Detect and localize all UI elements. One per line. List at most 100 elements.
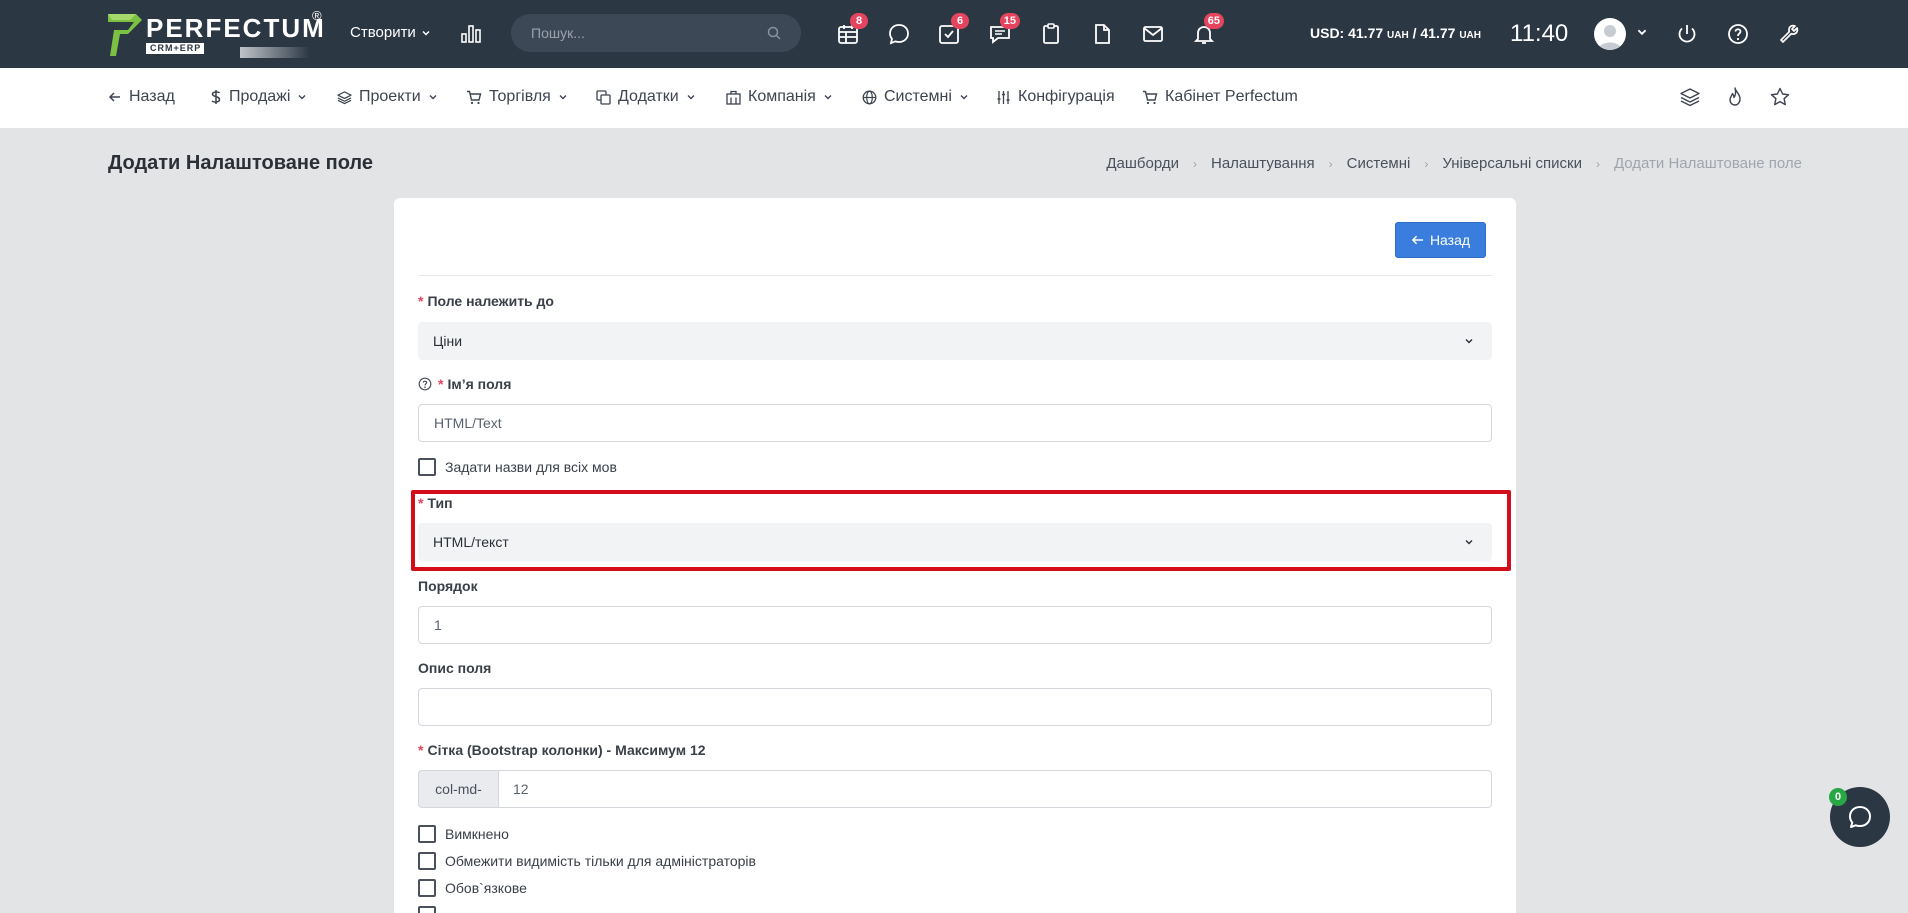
more-checkbox[interactable]	[418, 906, 436, 913]
tasks-badge: 6	[951, 13, 969, 29]
back-button[interactable]: Назад	[1395, 222, 1486, 258]
layers-icon[interactable]	[1679, 86, 1701, 108]
logo-sub: CRM+ERP	[146, 43, 204, 54]
nav-trade[interactable]: Торгівля	[466, 88, 568, 106]
breadcrumb-item[interactable]: Системні	[1347, 155, 1411, 172]
wrench-icon[interactable]	[1777, 22, 1801, 46]
name-label-text: Ім’я поля	[447, 376, 512, 392]
order-label-text: Порядок	[418, 578, 478, 594]
building-icon	[726, 90, 741, 105]
back-button-label: Назад	[1429, 232, 1471, 248]
nav-addons-label: Додатки	[618, 88, 679, 105]
chevron-right-icon: ›	[1192, 156, 1197, 171]
create-label: Створити	[350, 24, 416, 41]
tasks-button[interactable]: 6	[937, 13, 969, 46]
nav-back-label: Назад	[129, 88, 175, 105]
breadcrumb-current: Додати Налаштоване поле	[1613, 155, 1802, 172]
nav-config-label: Конфігурація	[1018, 88, 1115, 105]
nav-system[interactable]: Системні	[862, 88, 969, 106]
mail-button[interactable]	[1141, 22, 1165, 46]
top-bar: PERFECTUM CRM+ERP ® Створити 8 6 15	[0, 0, 1908, 68]
clipboard-icon	[1043, 23, 1059, 44]
help-icon[interactable]	[418, 377, 432, 391]
star-icon[interactable]	[1769, 86, 1791, 108]
grid-label-text: Сітка (Bootstrap колонки) - Максимум 12	[427, 742, 706, 758]
type-field-highlight	[411, 490, 1511, 571]
admin-only-label: Обмежити видимість тільки для адміністра…	[445, 853, 756, 869]
breadcrumb-item[interactable]: Універсальні списки	[1442, 155, 1582, 172]
page-title: Додати Налаштоване поле	[108, 152, 373, 174]
calendar-button[interactable]: 8	[836, 13, 868, 46]
admin-only-checkbox[interactable]	[418, 852, 436, 870]
notifications-button[interactable]: 65	[1192, 13, 1224, 46]
more-checkbox-row[interactable]	[418, 906, 436, 913]
name-label: * Ім’я поля	[418, 376, 511, 392]
required-marker: *	[418, 293, 424, 309]
chats-badge: 15	[999, 13, 1020, 29]
avatar[interactable]	[1594, 18, 1626, 50]
admin-only-checkbox-row[interactable]: Обмежити видимість тільки для адміністра…	[418, 852, 756, 870]
chevron-right-icon: ›	[1595, 156, 1600, 171]
belongs-label-text: Поле належить до	[427, 293, 554, 309]
disabled-checkbox-row[interactable]: Вимкнено	[418, 825, 509, 843]
belongs-select[interactable]: Ціни	[418, 322, 1492, 360]
fire-icon[interactable]	[1724, 86, 1746, 108]
logo-mark-icon	[108, 14, 142, 56]
chevron-down-icon[interactable]	[1636, 26, 1648, 38]
search-icon[interactable]	[767, 26, 781, 40]
disabled-checkbox[interactable]	[418, 825, 436, 843]
arrow-left-icon	[108, 92, 120, 102]
chats-button[interactable]: 15	[988, 13, 1020, 46]
search-box[interactable]	[511, 14, 801, 52]
nav-config[interactable]: Конфігурація	[996, 88, 1115, 106]
breadcrumb-item[interactable]: Дашборди	[1106, 155, 1179, 172]
breadcrumb-item[interactable]: Налаштування	[1211, 155, 1315, 172]
all-languages-checkbox[interactable]	[418, 458, 436, 476]
cart-icon	[1143, 90, 1158, 104]
search-input[interactable]	[531, 25, 767, 41]
description-input[interactable]	[418, 688, 1492, 726]
chat-badge: 0	[1829, 788, 1847, 806]
nav-addons[interactable]: Додатки	[596, 88, 696, 106]
required-checkbox-row[interactable]: Обов`язкове	[418, 879, 527, 897]
create-menu[interactable]: Створити	[350, 24, 431, 41]
nav-projects[interactable]: Проекти	[337, 88, 438, 106]
arrow-left-icon	[1411, 235, 1424, 245]
nav-cabinet[interactable]: Кабінет Perfectum	[1142, 88, 1298, 106]
notifications-badge: 65	[1203, 13, 1224, 29]
dollar-icon	[211, 90, 221, 104]
logo-word: PERFECTUM	[146, 13, 326, 43]
layers-icon	[337, 90, 352, 104]
description-label-text: Опис поля	[418, 660, 492, 676]
field-name-input[interactable]: HTML/Text	[418, 404, 1492, 442]
order-label: Порядок	[418, 578, 478, 594]
chevron-down-icon	[960, 95, 968, 100]
nav-cabinet-label: Кабінет Perfectum	[1165, 88, 1298, 105]
chevron-down-icon	[1465, 339, 1473, 344]
power-icon[interactable]	[1675, 22, 1699, 46]
clipboard-button[interactable]	[1039, 22, 1063, 46]
nav-company[interactable]: Компанія	[726, 88, 833, 106]
chevron-down-icon	[824, 95, 832, 100]
nav-sales[interactable]: Продажі	[210, 88, 307, 106]
document-button[interactable]	[1090, 22, 1114, 46]
required-checkbox[interactable]	[418, 879, 436, 897]
help-icon[interactable]	[1726, 22, 1750, 46]
stats-icon[interactable]	[460, 22, 482, 44]
calendar-badge: 8	[850, 13, 868, 29]
required-label: Обов`язкове	[445, 880, 527, 896]
divider	[418, 275, 1492, 276]
chevron-right-icon: ›	[1328, 156, 1333, 171]
currency-mid: / 41.77	[1408, 25, 1456, 41]
belongs-select-value: Ціни	[433, 333, 463, 349]
order-input[interactable]: 1	[418, 606, 1492, 644]
messages-button[interactable]	[887, 22, 911, 46]
nav-back[interactable]: Назад	[108, 88, 175, 106]
chevron-down-icon	[429, 95, 437, 100]
nav-system-label: Системні	[884, 88, 952, 105]
user-avatar-icon	[1598, 25, 1622, 50]
all-languages-checkbox-row[interactable]: Задати назви для всіх мов	[418, 458, 617, 476]
chevron-down-icon	[559, 95, 567, 100]
grid-input[interactable]: 12	[498, 770, 1492, 808]
required-marker: *	[418, 742, 424, 758]
